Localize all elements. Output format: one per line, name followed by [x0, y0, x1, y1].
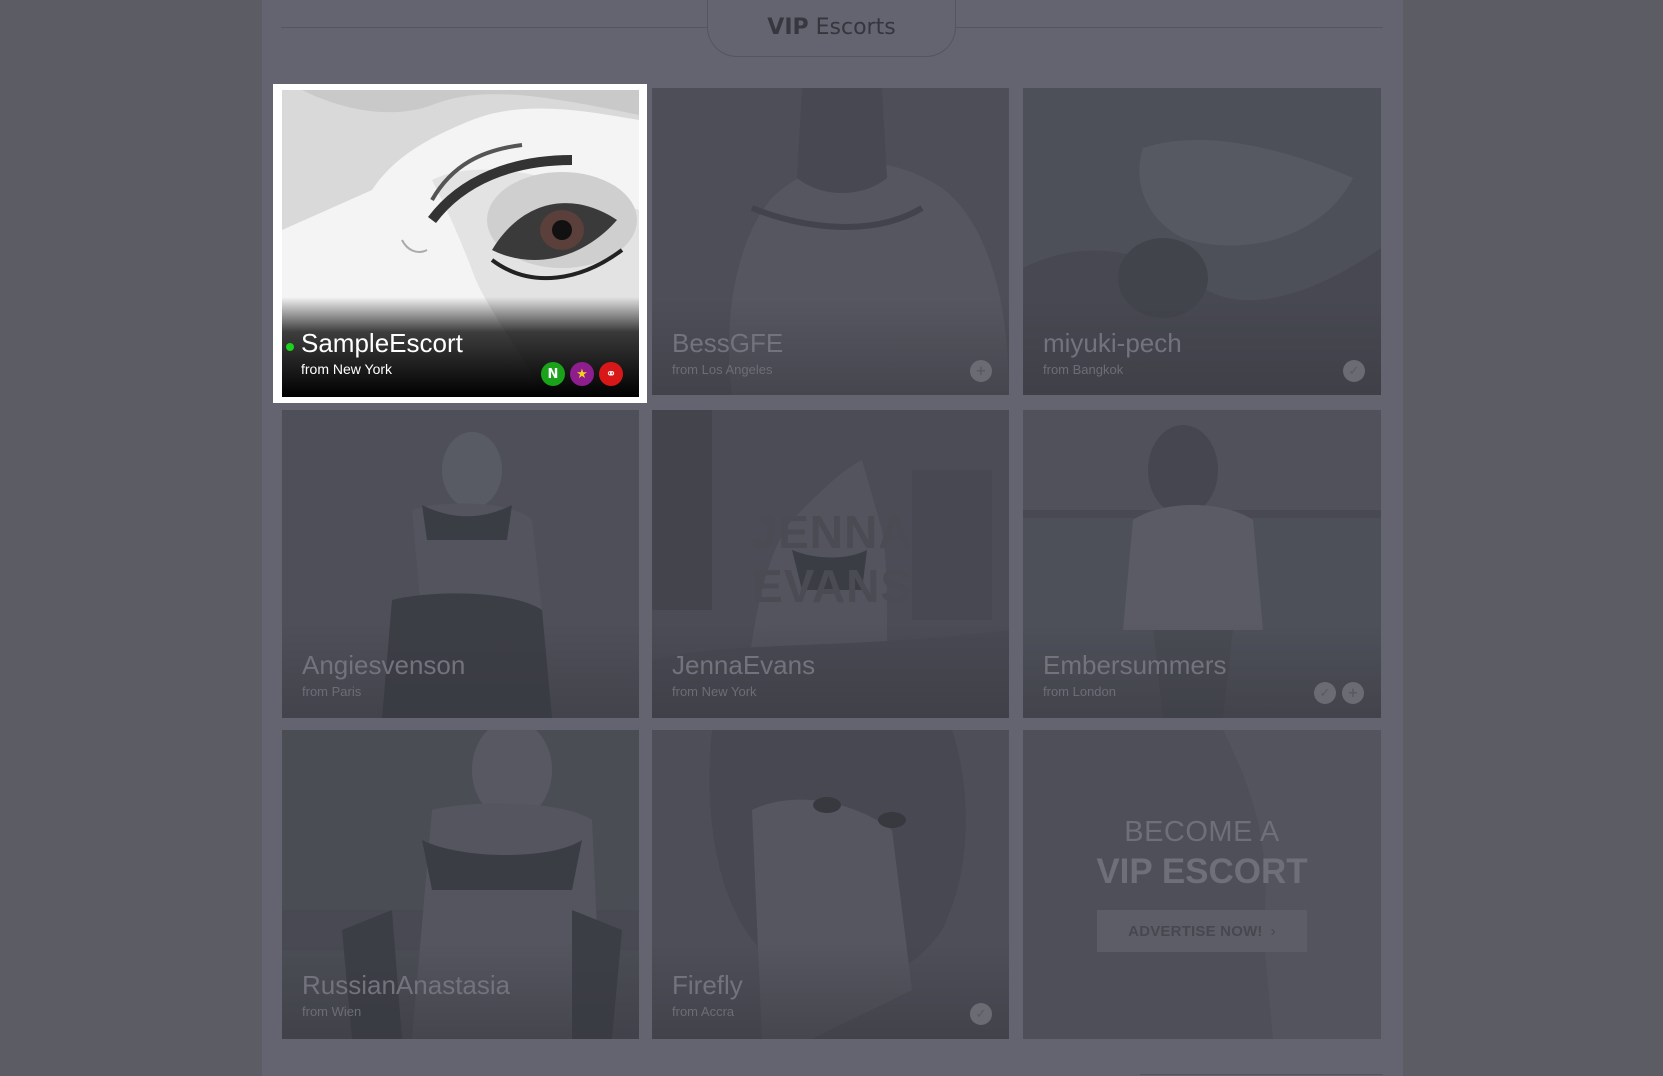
chevron-right-icon: ›: [1270, 922, 1276, 940]
escort-card-name[interactable]: RussianAnastasia: [302, 970, 510, 1001]
advertise-heading-line1: BECOME A: [1124, 816, 1280, 848]
star-badge-icon: ★: [570, 362, 594, 386]
new-badge-icon: N: [541, 362, 565, 386]
escort-card[interactable]: RussianAnastasia from Wien: [282, 730, 639, 1039]
escort-card-location: from London: [1043, 684, 1116, 699]
escort-card-location: from Los Angeles: [672, 362, 773, 377]
escort-card-location: from Paris: [302, 684, 362, 699]
escort-card[interactable]: Embersummers from London ✓ +: [1023, 410, 1381, 718]
advertise-now-label: ADVERTISE NOW!: [1128, 922, 1263, 940]
online-status-dot: [286, 343, 294, 351]
featured-card-location: from New York: [301, 361, 393, 377]
section-title-rest: Escorts: [815, 14, 896, 40]
escort-card[interactable]: Angiesvenson from Paris: [282, 410, 639, 718]
escort-card-name[interactable]: Firefly: [672, 970, 743, 1001]
left-gutter: [0, 0, 262, 1076]
escort-card[interactable]: Firefly from Accra ✓: [652, 730, 1009, 1039]
advertise-heading-line2: VIP ESCORT: [1096, 852, 1308, 891]
escort-card-location: from Accra: [672, 1004, 735, 1019]
escort-card-name[interactable]: Embersummers: [1043, 650, 1226, 681]
section-title: VIP Escorts: [707, 0, 956, 57]
escort-card-location: from New York: [672, 684, 757, 699]
right-gutter: [1403, 0, 1663, 1076]
featured-card[interactable]: SampleEscort from New York N ★ ⚭: [282, 90, 639, 397]
plus-badge-icon: +: [970, 360, 992, 382]
advertise-card: BECOME A VIP ESCORT ADVERTISE NOW! ›: [1023, 730, 1381, 1039]
featured-card-badges: N ★ ⚭: [541, 362, 623, 386]
verified-badge-icon: ✓: [970, 1003, 992, 1025]
escort-card-name[interactable]: BessGFE: [672, 328, 783, 359]
escort-card-name[interactable]: miyuki-pech: [1043, 328, 1182, 359]
escort-card[interactable]: BessGFE from Los Angeles +: [652, 88, 1009, 395]
section-title-vip: VIP: [767, 14, 809, 40]
handcuffs-badge-icon: ⚭: [599, 362, 623, 386]
plus-badge-icon: +: [1342, 682, 1364, 704]
verified-badge-icon: ✓: [1343, 360, 1365, 382]
escort-card-name[interactable]: Angiesvenson: [302, 650, 465, 681]
escort-card-name[interactable]: JennaEvans: [672, 650, 815, 681]
escort-card[interactable]: JENNA EVANS JennaEvans from New York: [652, 410, 1009, 718]
escort-card-location: from Bangkok: [1043, 362, 1124, 377]
escort-card-location: from Wien: [302, 1004, 362, 1019]
photo-watermark: JENNA EVANS: [751, 506, 913, 612]
escort-card[interactable]: miyuki-pech from Bangkok ✓: [1023, 88, 1381, 395]
verified-badge-icon: ✓: [1314, 682, 1336, 704]
bottom-divider: [1140, 1074, 1383, 1075]
advertise-now-button[interactable]: ADVERTISE NOW! ›: [1097, 910, 1307, 952]
featured-card-name[interactable]: SampleEscort: [301, 328, 463, 359]
